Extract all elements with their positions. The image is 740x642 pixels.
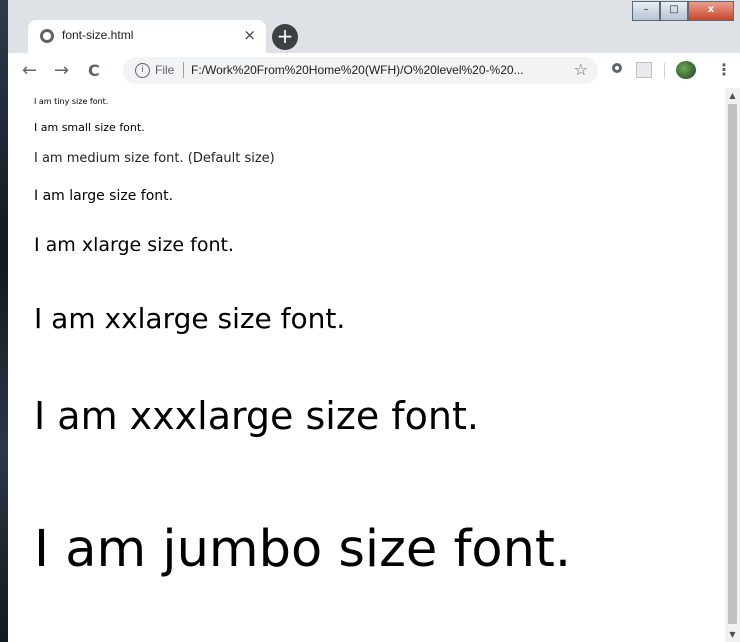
info-icon[interactable]: i	[135, 63, 150, 78]
new-tab-button[interactable]: +	[272, 24, 298, 50]
star-icon[interactable]: ☆	[574, 60, 588, 79]
browser-toolbar: ← → C i File F:/Work%20From%20Home%20(WF…	[8, 53, 740, 89]
text-jumbo: I am jumbo size font.	[34, 520, 572, 579]
browser-window: font-size.html × + – □ x ← → C i File F:…	[8, 0, 740, 642]
window-controls: – □ x	[632, 1, 734, 21]
toolbar-separator	[664, 63, 665, 79]
scroll-down-arrow-icon[interactable]: ▼	[725, 627, 740, 642]
globe-icon	[40, 29, 54, 43]
minimize-button[interactable]: –	[632, 1, 660, 21]
vertical-scrollbar[interactable]: ▲ ▼	[725, 88, 740, 642]
reload-button[interactable]: C	[88, 61, 100, 80]
close-icon[interactable]: ×	[243, 26, 256, 44]
circle-extension-icon[interactable]	[612, 63, 622, 73]
maximize-button[interactable]: □	[660, 1, 688, 21]
address-bar[interactable]: i File F:/Work%20From%20Home%20(WFH)/O%2…	[123, 57, 598, 84]
text-tiny: I am tiny size font.	[34, 97, 109, 106]
back-button[interactable]: ←	[22, 60, 37, 81]
text-small: I am small size font.	[34, 121, 145, 134]
tab-title: font-size.html	[62, 28, 134, 42]
pdf-extension-icon[interactable]	[636, 62, 652, 78]
scroll-thumb[interactable]	[728, 104, 737, 624]
title-bar: font-size.html × + – □ x	[8, 0, 740, 53]
text-xxxlarge: I am xxxlarge size font.	[34, 394, 479, 438]
page-content: I am tiny size font. I am small size fon…	[8, 88, 725, 642]
earth-extension-icon[interactable]	[676, 61, 696, 79]
text-xxlarge: I am xxlarge size font.	[34, 302, 346, 335]
address-separator	[183, 62, 184, 78]
text-medium: I am medium size font. (Default size)	[34, 151, 275, 166]
close-window-button[interactable]: x	[688, 1, 734, 21]
menu-icon[interactable]: ⋮	[716, 60, 732, 79]
text-large: I am large size font.	[34, 188, 174, 204]
url-text[interactable]: F:/Work%20From%20Home%20(WFH)/O%20level%…	[191, 63, 524, 77]
scroll-up-arrow-icon[interactable]: ▲	[725, 88, 740, 103]
tab-font-size[interactable]: font-size.html ×	[28, 20, 266, 53]
scheme-label: File	[155, 63, 175, 77]
text-xlarge: I am xlarge size font.	[34, 234, 234, 256]
forward-button[interactable]: →	[54, 60, 69, 81]
